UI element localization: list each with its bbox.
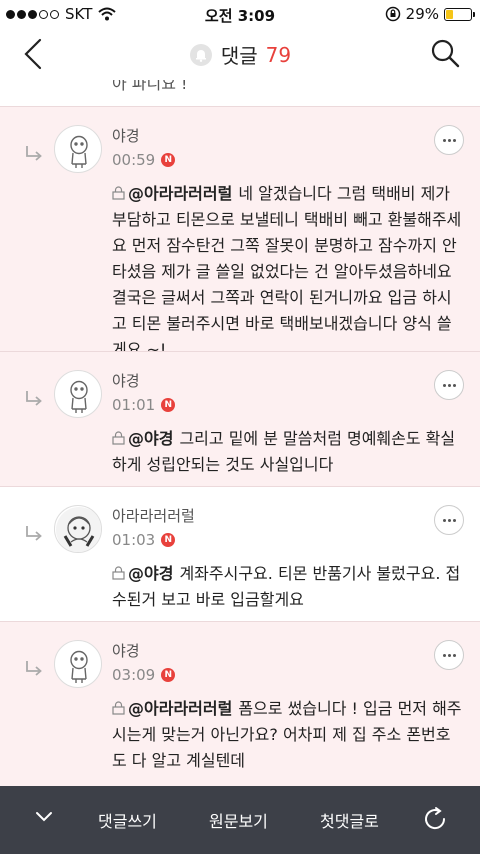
- reply-arrow-icon: [26, 526, 42, 541]
- comment-list[interactable]: 아 파니요 ! 야경 00:59 N @아라라러러럴 네 알겠습니다 그럼 택배비…: [0, 80, 480, 786]
- partial-comment-text: 아 파니요 !: [112, 80, 188, 93]
- comment-author[interactable]: 야경: [112, 640, 140, 661]
- write-comment-button[interactable]: 댓글쓰기: [98, 808, 157, 832]
- comment-meta: 03:09 N: [112, 666, 176, 684]
- lock-icon: [112, 566, 125, 580]
- more-icon[interactable]: [434, 505, 464, 535]
- battery-fill: [446, 9, 453, 19]
- comment-time: 01:01: [112, 396, 156, 414]
- bottom-toolbar: 댓글쓰기 원문보기 첫댓글로: [0, 786, 480, 854]
- partial-comment: 아 파니요 !: [0, 80, 480, 106]
- comment-body: @아라라러러럴 네 알겠습니다 그럼 택배비 제가 부담하고 티몬으로 보낼테니 …: [112, 181, 464, 363]
- new-badge: N: [161, 153, 176, 167]
- reply-arrow-icon: [26, 661, 42, 676]
- more-icon[interactable]: [434, 370, 464, 400]
- comment-body: @아라라러러럴 폼으로 썼습니다 ! 입금 먼저 해주시는게 맞는거 아닌가요? …: [112, 696, 464, 774]
- mention[interactable]: @야경: [128, 429, 173, 448]
- comment-meta: 01:03 N: [112, 531, 176, 549]
- rotation-lock-icon: [385, 6, 400, 22]
- new-badge: N: [161, 398, 176, 412]
- comment-time: 00:59: [112, 151, 156, 169]
- comment-time: 03:09: [112, 666, 156, 684]
- nav-bar: 댓글 79: [0, 28, 480, 80]
- lock-icon: [112, 431, 125, 445]
- avatar[interactable]: [54, 125, 102, 173]
- mention[interactable]: @야경: [128, 564, 173, 583]
- new-badge: N: [161, 668, 176, 682]
- search-icon[interactable]: [430, 38, 460, 68]
- comment-count: 79: [265, 42, 292, 67]
- comment-author[interactable]: 아라라러러럴: [112, 505, 195, 526]
- comment-meta: 00:59 N: [112, 151, 176, 169]
- status-right: 29%: [385, 5, 475, 23]
- mention[interactable]: @아라라러러럴: [128, 184, 232, 203]
- comment-item: 야경 03:09 N @아라라러러럴 폼으로 썼습니다 ! 입금 먼저 해주시는게…: [0, 621, 480, 786]
- status-bar: SKT 오전 3:09 29%: [0, 0, 480, 28]
- avatar[interactable]: [54, 370, 102, 418]
- reply-arrow-icon: [26, 146, 42, 161]
- more-icon[interactable]: [434, 640, 464, 670]
- comment-body: @야경 그리고 밑에 분 말씀처럼 명예훼손도 확실하게 성립안되는 것도 사실입…: [112, 426, 464, 478]
- first-comment-button[interactable]: 첫댓글로: [320, 808, 379, 832]
- lock-icon: [112, 186, 125, 200]
- comment-item: 야경 01:01 N @야경 그리고 밑에 분 말씀처럼 명예훼손도 확실하게 성…: [0, 351, 480, 486]
- battery-icon: [444, 7, 475, 21]
- reply-arrow-icon: [26, 391, 42, 406]
- avatar[interactable]: [54, 505, 102, 553]
- comment-body: @야경 계좌주시구요. 티몬 반품기사 불렀구요. 접수된거 보고 바로 입금할게…: [112, 561, 464, 613]
- mention[interactable]: @아라라러러럴: [128, 699, 232, 718]
- battery-percent: 29%: [405, 5, 439, 23]
- bell-icon: [189, 43, 212, 66]
- view-original-button[interactable]: 원문보기: [209, 808, 268, 832]
- comment-author[interactable]: 야경: [112, 125, 140, 146]
- new-badge: N: [161, 533, 176, 547]
- lock-icon: [112, 701, 125, 715]
- page-title-text: 댓글: [220, 44, 258, 68]
- comment-author[interactable]: 야경: [112, 370, 140, 391]
- chevron-down-icon[interactable]: [34, 810, 54, 824]
- comment-item: 야경 00:59 N @아라라러러럴 네 알겠습니다 그럼 택배비 제가 부담하고…: [0, 106, 480, 359]
- comment-text: 네 알겠습니다 그럼 택배비 제가 부담하고 티몬으로 보낼테니 택배비 빼고 …: [112, 184, 462, 359]
- comment-meta: 01:01 N: [112, 396, 176, 414]
- refresh-icon[interactable]: [422, 806, 448, 832]
- page-title: 댓글 79: [0, 40, 480, 69]
- comment-item: 아라라러러럴 01:03 N @야경 계좌주시구요. 티몬 반품기사 불렀구요. …: [0, 486, 480, 621]
- comment-time: 01:03: [112, 531, 156, 549]
- more-icon[interactable]: [434, 125, 464, 155]
- avatar[interactable]: [54, 640, 102, 688]
